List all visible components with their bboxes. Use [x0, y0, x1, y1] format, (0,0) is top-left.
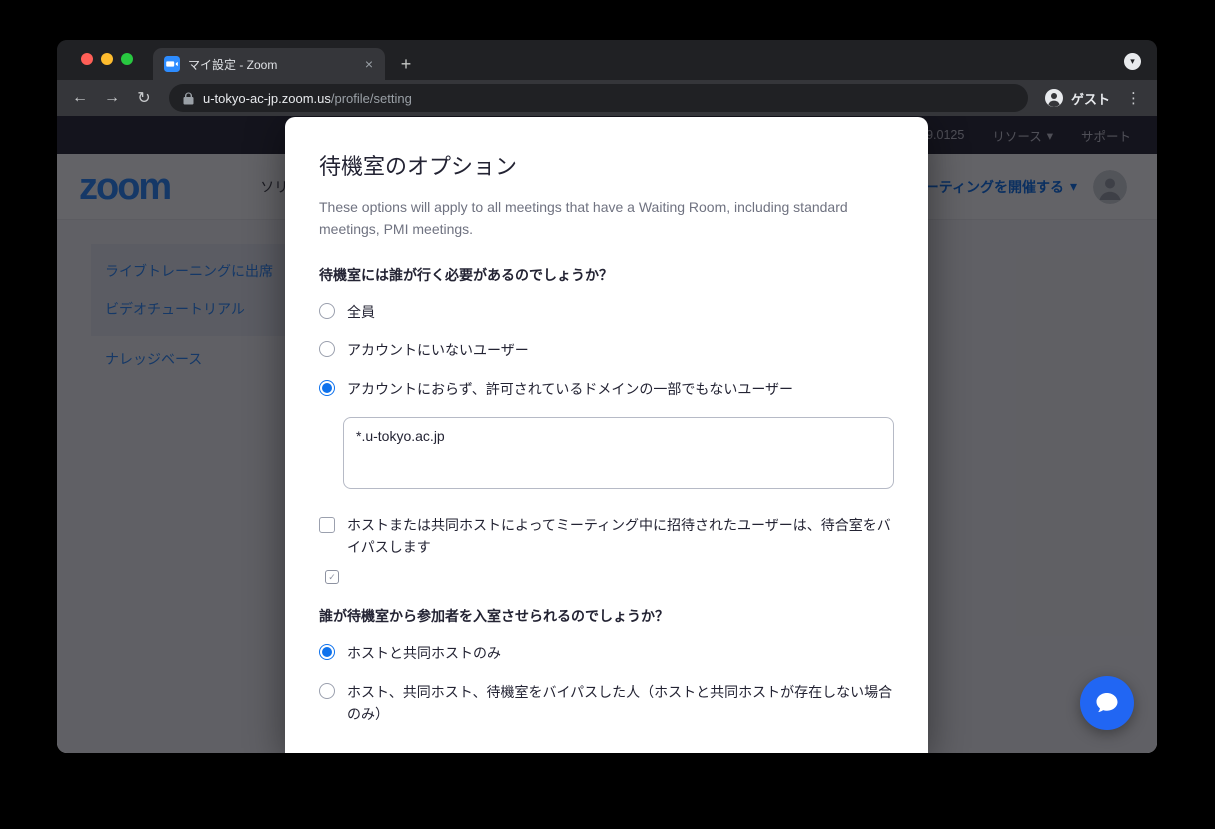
tab-title: マイ設定 - Zoom [188, 56, 353, 73]
checkbox-icon[interactable] [319, 517, 335, 533]
browser-tab[interactable]: マイ設定 - Zoom × [153, 48, 385, 80]
forward-icon[interactable]: → [97, 83, 127, 113]
chat-launcher-button[interactable] [1080, 676, 1134, 730]
inline-checkbox-icon[interactable]: ✓ [325, 570, 339, 584]
reload-icon[interactable]: ↻ [129, 83, 159, 113]
browser-profile-chip[interactable]: ゲスト [1038, 88, 1116, 108]
window-zoom-button[interactable] [121, 53, 133, 65]
dialog-description: These options will apply to all meetings… [319, 196, 864, 241]
browser-menu-icon[interactable]: ⋮ [1118, 89, 1149, 107]
window-close-button[interactable] [81, 53, 93, 65]
chat-bubble-icon [1094, 691, 1120, 715]
dialog-title: 待機室のオプション [319, 149, 894, 181]
radio-icon[interactable] [319, 303, 335, 319]
radio-option-users-not-in-allowed-domains[interactable]: アカウントにおらず、許可されているドメインの一部でもないユーザー [319, 379, 894, 401]
tab-close-icon[interactable]: × [361, 56, 377, 72]
url-path: /profile/setting [331, 91, 412, 106]
screen: { "colors": { "accent": "#0E72ED", "link… [0, 0, 1215, 829]
radio-icon[interactable] [319, 683, 335, 699]
radio-icon[interactable] [319, 644, 335, 660]
waiting-room-options-dialog: 待機室のオプション These options will apply to al… [285, 117, 928, 753]
radio-icon[interactable] [319, 380, 335, 396]
new-tab-button[interactable]: + [393, 51, 419, 77]
radio-label: アカウントにおらず、許可されているドメインの一部でもないユーザー [347, 379, 793, 401]
window-minimize-button[interactable] [101, 53, 113, 65]
radio-label: アカウントにいないユーザー [347, 340, 529, 362]
back-icon[interactable]: ← [65, 83, 95, 113]
address-bar[interactable]: u-tokyo-ac-jp.zoom.us/profile/setting [169, 84, 1028, 112]
url-domain: u-tokyo-ac-jp.zoom.us [203, 91, 331, 106]
guest-label: ゲスト [1071, 89, 1110, 108]
chevron-down-circle-icon[interactable]: ▾ [1124, 53, 1141, 70]
radio-option-host-cohosts-and-bypassers[interactable]: ホスト、共同ホスト、待機室をバイパスした人（ホストと共同ホストが存在しない場合の… [319, 682, 894, 725]
browser-titlebar: マイ設定 - Zoom × + ▾ [57, 40, 1157, 80]
radio-label: ホストと共同ホストのみ [347, 643, 501, 665]
browser-toolbar: ← → ↻ u-tokyo-ac-jp.zoom.us/profile/sett… [57, 80, 1157, 116]
window-controls [81, 53, 133, 65]
question-who-goes-to-waiting-room: 待機室には誰が行く必要があるのでしょうか？ [319, 265, 894, 285]
page-viewport: 88.799.0125 リソース ▾ サポート zoom ソリューシ ミーティン… [57, 116, 1157, 753]
checkbox-label: ホストまたは共同ホストによってミーティング中に招待されたユーザーは、待合室をバイ… [347, 515, 894, 558]
radio-option-host-and-cohosts-only[interactable]: ホストと共同ホストのみ [319, 643, 894, 665]
radio-option-users-not-in-account[interactable]: アカウントにいないユーザー [319, 340, 894, 362]
browser-window: マイ設定 - Zoom × + ▾ ← → ↻ u-tokyo-ac-jp.zo… [57, 40, 1157, 753]
checkbox-option-bypass-waiting-room[interactable]: ホストまたは共同ホストによってミーティング中に招待されたユーザーは、待合室をバイ… [319, 515, 894, 558]
zoom-favicon-icon [164, 56, 180, 72]
radio-label: 全員 [347, 302, 375, 324]
question-who-can-admit: 誰が待機室から参加者を入室させられるのでしょうか？ [319, 606, 894, 626]
allowed-domains-input[interactable]: *.u-tokyo.ac.jp [343, 417, 894, 489]
radio-icon[interactable] [319, 341, 335, 357]
radio-option-everyone[interactable]: 全員 [319, 302, 894, 324]
lock-icon[interactable] [183, 92, 194, 105]
account-circle-icon [1044, 88, 1064, 108]
radio-label: ホスト、共同ホスト、待機室をバイパスした人（ホストと共同ホストが存在しない場合の… [347, 682, 894, 725]
url-text: u-tokyo-ac-jp.zoom.us/profile/setting [203, 91, 412, 106]
